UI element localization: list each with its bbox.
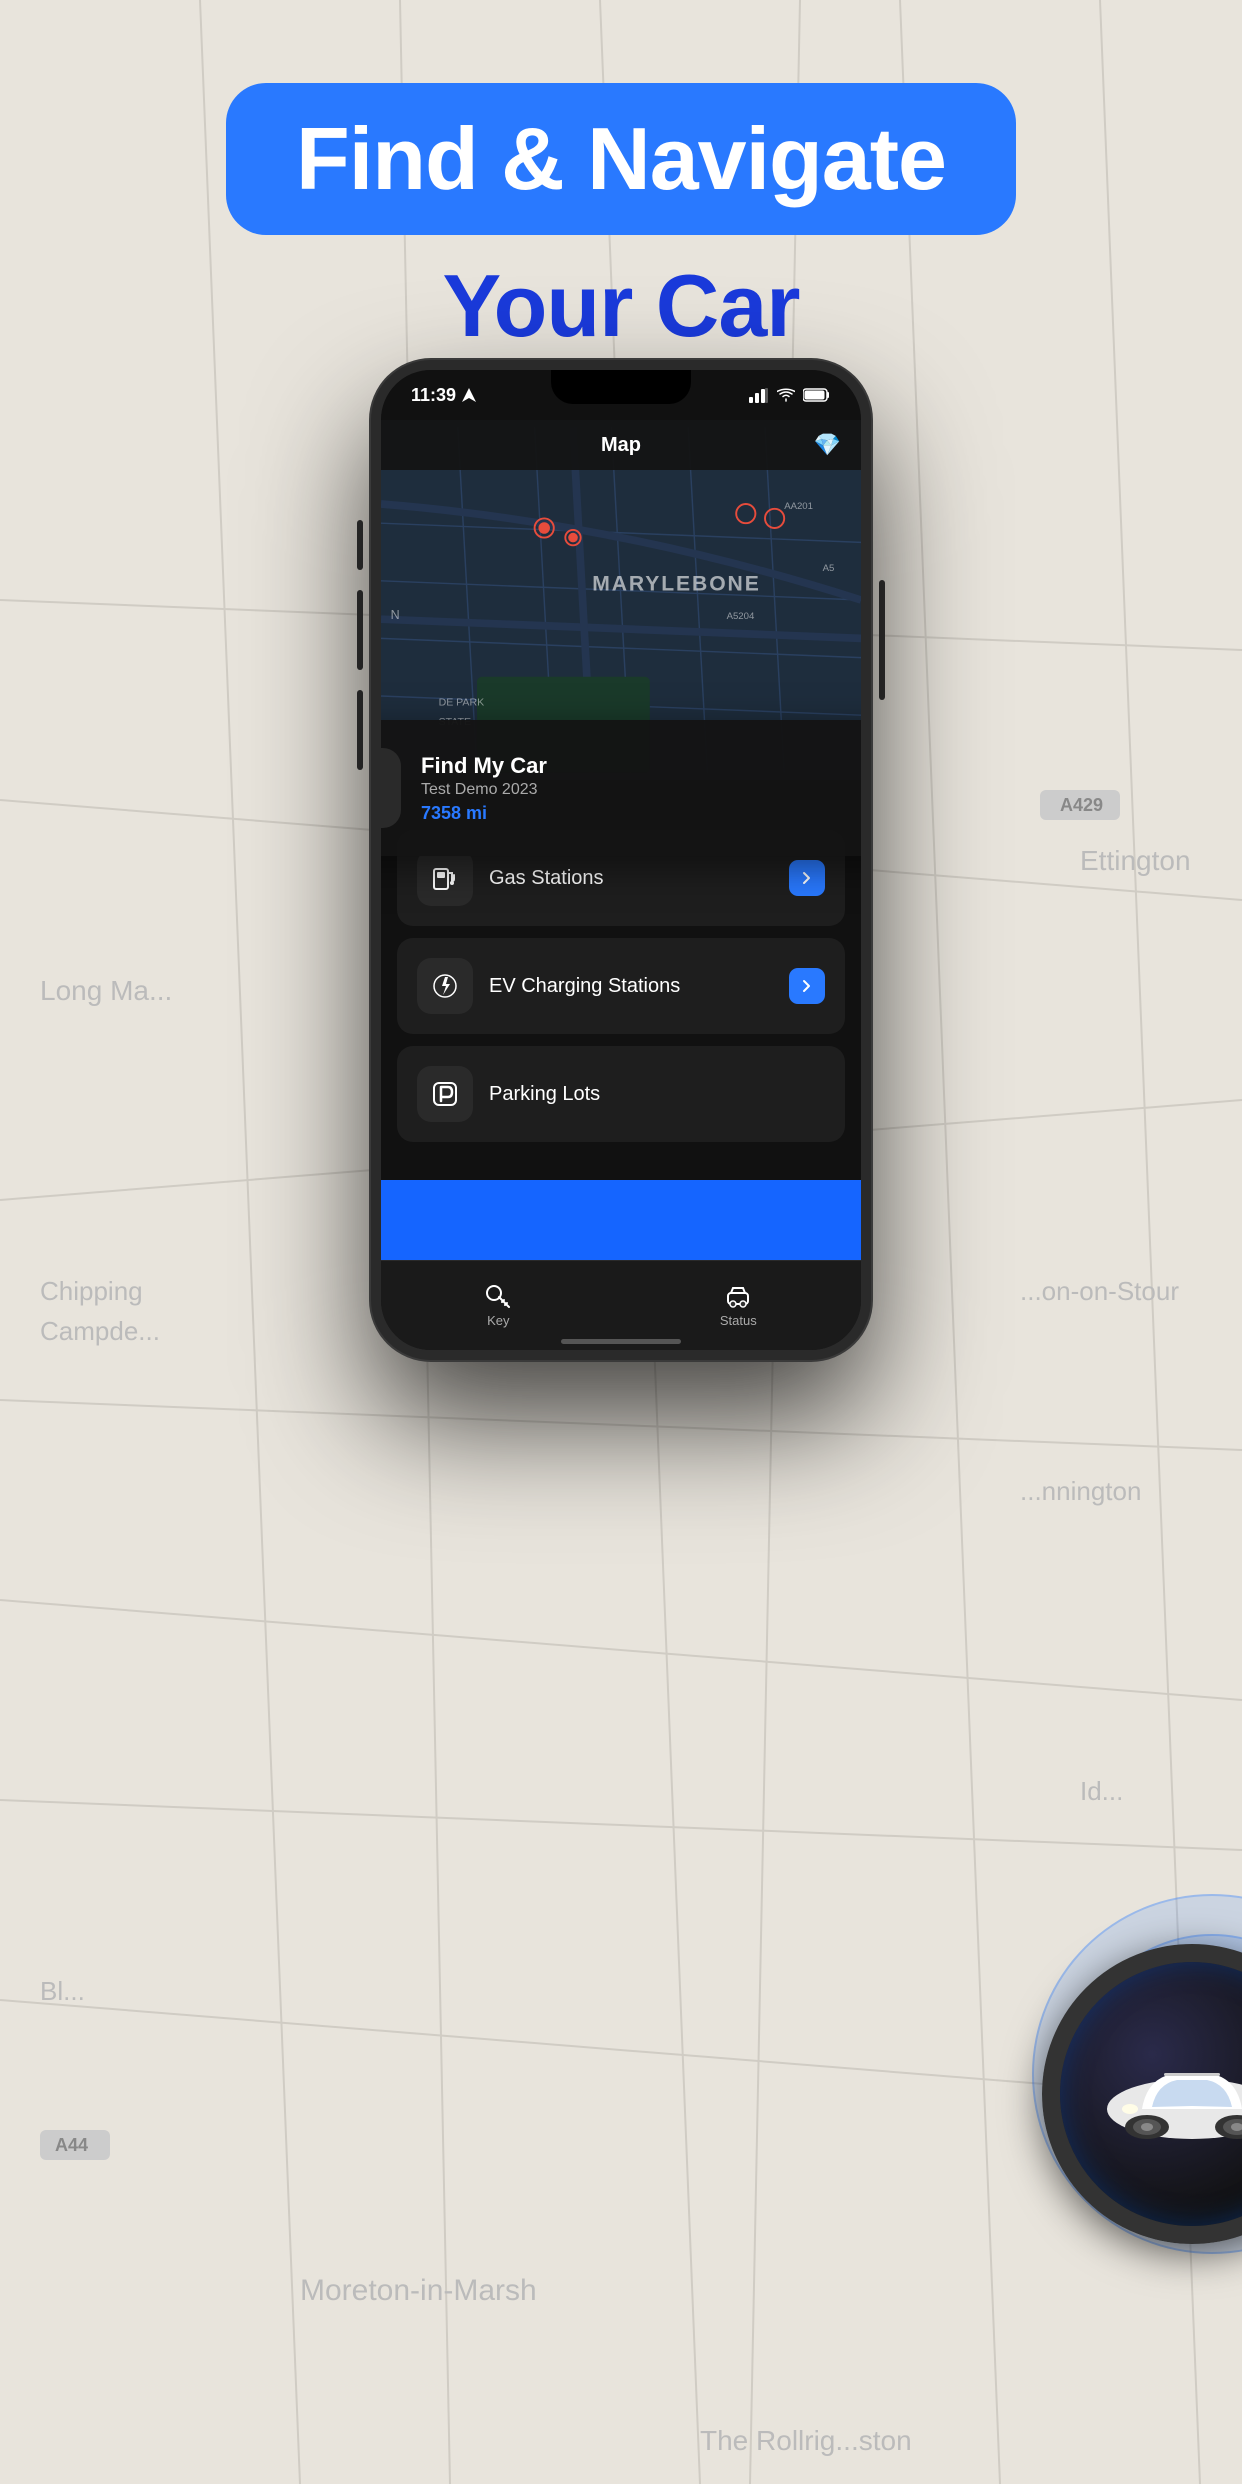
nav-title: Map	[601, 434, 641, 457]
parking-icon-box	[417, 1066, 473, 1122]
side-button-mute	[357, 520, 363, 570]
nav-key-label: Key	[487, 1313, 509, 1328]
phone-notch	[551, 370, 691, 404]
ev-charging-arrow[interactable]	[789, 968, 825, 1004]
chevron-right-small-icon-3	[800, 1087, 814, 1101]
gas-pump-icon	[430, 863, 460, 893]
home-indicator	[561, 1339, 681, 1344]
subtitle-text: Your Car	[442, 255, 799, 357]
svg-text:...nnington: ...nnington	[1020, 1476, 1141, 1506]
gas-stations-arrow[interactable]	[789, 860, 825, 896]
gem-icon: 💎	[814, 432, 841, 458]
menu-item-parking[interactable]: Parking Lots	[397, 1046, 845, 1142]
ev-charging-icon	[430, 971, 460, 1001]
svg-text:A429: A429	[1060, 795, 1103, 815]
svg-text:Moreton-in-Marsh: Moreton-in-Marsh	[300, 2274, 537, 2307]
car-icon	[381, 763, 386, 813]
location-arrow-icon	[462, 388, 476, 402]
svg-text:DE PARK: DE PARK	[439, 697, 485, 709]
svg-text:A5: A5	[823, 563, 835, 574]
chevron-right-small-icon	[800, 871, 814, 885]
gas-stations-label: Gas Stations	[489, 867, 773, 890]
svg-text:A44: A44	[55, 2135, 88, 2155]
header: Find & Navigate Your Car	[0, 0, 1242, 380]
blue-bottom-section	[381, 1180, 861, 1260]
ev-charging-icon-box	[417, 958, 473, 1014]
car-in-magnifier-icon	[1092, 2034, 1242, 2154]
svg-text:The Rollrig...ston: The Rollrig...ston	[700, 2425, 912, 2456]
wifi-icon	[777, 388, 795, 402]
find-my-car-card[interactable]: Find My Car Test Demo 2023 7358 mi	[381, 720, 861, 856]
svg-text:Long Ma...: Long Ma...	[40, 975, 172, 1006]
side-button-power	[879, 580, 885, 700]
bottom-nav: Key Status	[381, 1260, 861, 1350]
parking-icon	[430, 1079, 460, 1109]
svg-text:MARYLEBONE: MARYLEBONE	[592, 572, 761, 595]
svg-text:Ettington: Ettington	[1080, 845, 1191, 876]
gas-station-icon-box	[417, 850, 473, 906]
menu-list: Gas Stations EV Charg	[397, 830, 845, 1142]
magnifier-glass	[1042, 1944, 1242, 2244]
magnifier	[1042, 1944, 1242, 2284]
phone-screen: 11:39	[381, 370, 861, 1350]
battery-icon	[803, 388, 831, 402]
signal-icon	[749, 387, 769, 403]
svg-text:Bl...: Bl...	[40, 1976, 85, 2006]
svg-text:Chipping: Chipping	[40, 1276, 143, 1306]
svg-text:N: N	[391, 608, 400, 622]
phone-body: 11:39	[371, 360, 871, 1360]
nav-status-label: Status	[720, 1313, 757, 1328]
svg-text:AA201: AA201	[784, 501, 813, 512]
phone-mockup: 11:39	[371, 360, 871, 1360]
svg-text:Campde...: Campde...	[40, 1316, 160, 1346]
status-car-icon	[725, 1283, 751, 1309]
menu-item-ev-charging[interactable]: EV Charging Stations	[397, 938, 845, 1034]
find-my-car-title: Find My Car	[421, 753, 851, 779]
car-icon-container	[381, 748, 401, 828]
svg-text:A5204: A5204	[727, 611, 755, 622]
chevron-right-small-icon-2	[800, 979, 814, 993]
parking-lots-label: Parking Lots	[489, 1083, 773, 1106]
svg-text:...on-on-Stour: ...on-on-Stour	[1020, 1276, 1179, 1306]
status-icons	[749, 387, 831, 403]
find-my-car-info: Find My Car Test Demo 2023 7358 mi	[421, 753, 851, 824]
side-button-vol-up	[357, 590, 363, 670]
find-my-car-distance: 7358 mi	[421, 803, 851, 824]
ev-charging-label: EV Charging Stations	[489, 975, 773, 998]
nav-item-status[interactable]: Status	[720, 1283, 757, 1328]
status-time: 11:39	[411, 385, 476, 406]
svg-text:Id...: Id...	[1080, 1776, 1123, 1806]
find-my-car-subtitle: Test Demo 2023	[421, 781, 851, 799]
title-badge: Find & Navigate	[226, 83, 1016, 236]
nav-item-key[interactable]: Key	[485, 1283, 511, 1328]
key-icon	[485, 1283, 511, 1309]
headline-text: Find & Navigate	[296, 111, 946, 208]
phone-navbar: Map 💎	[381, 420, 861, 470]
side-button-vol-down	[357, 690, 363, 770]
